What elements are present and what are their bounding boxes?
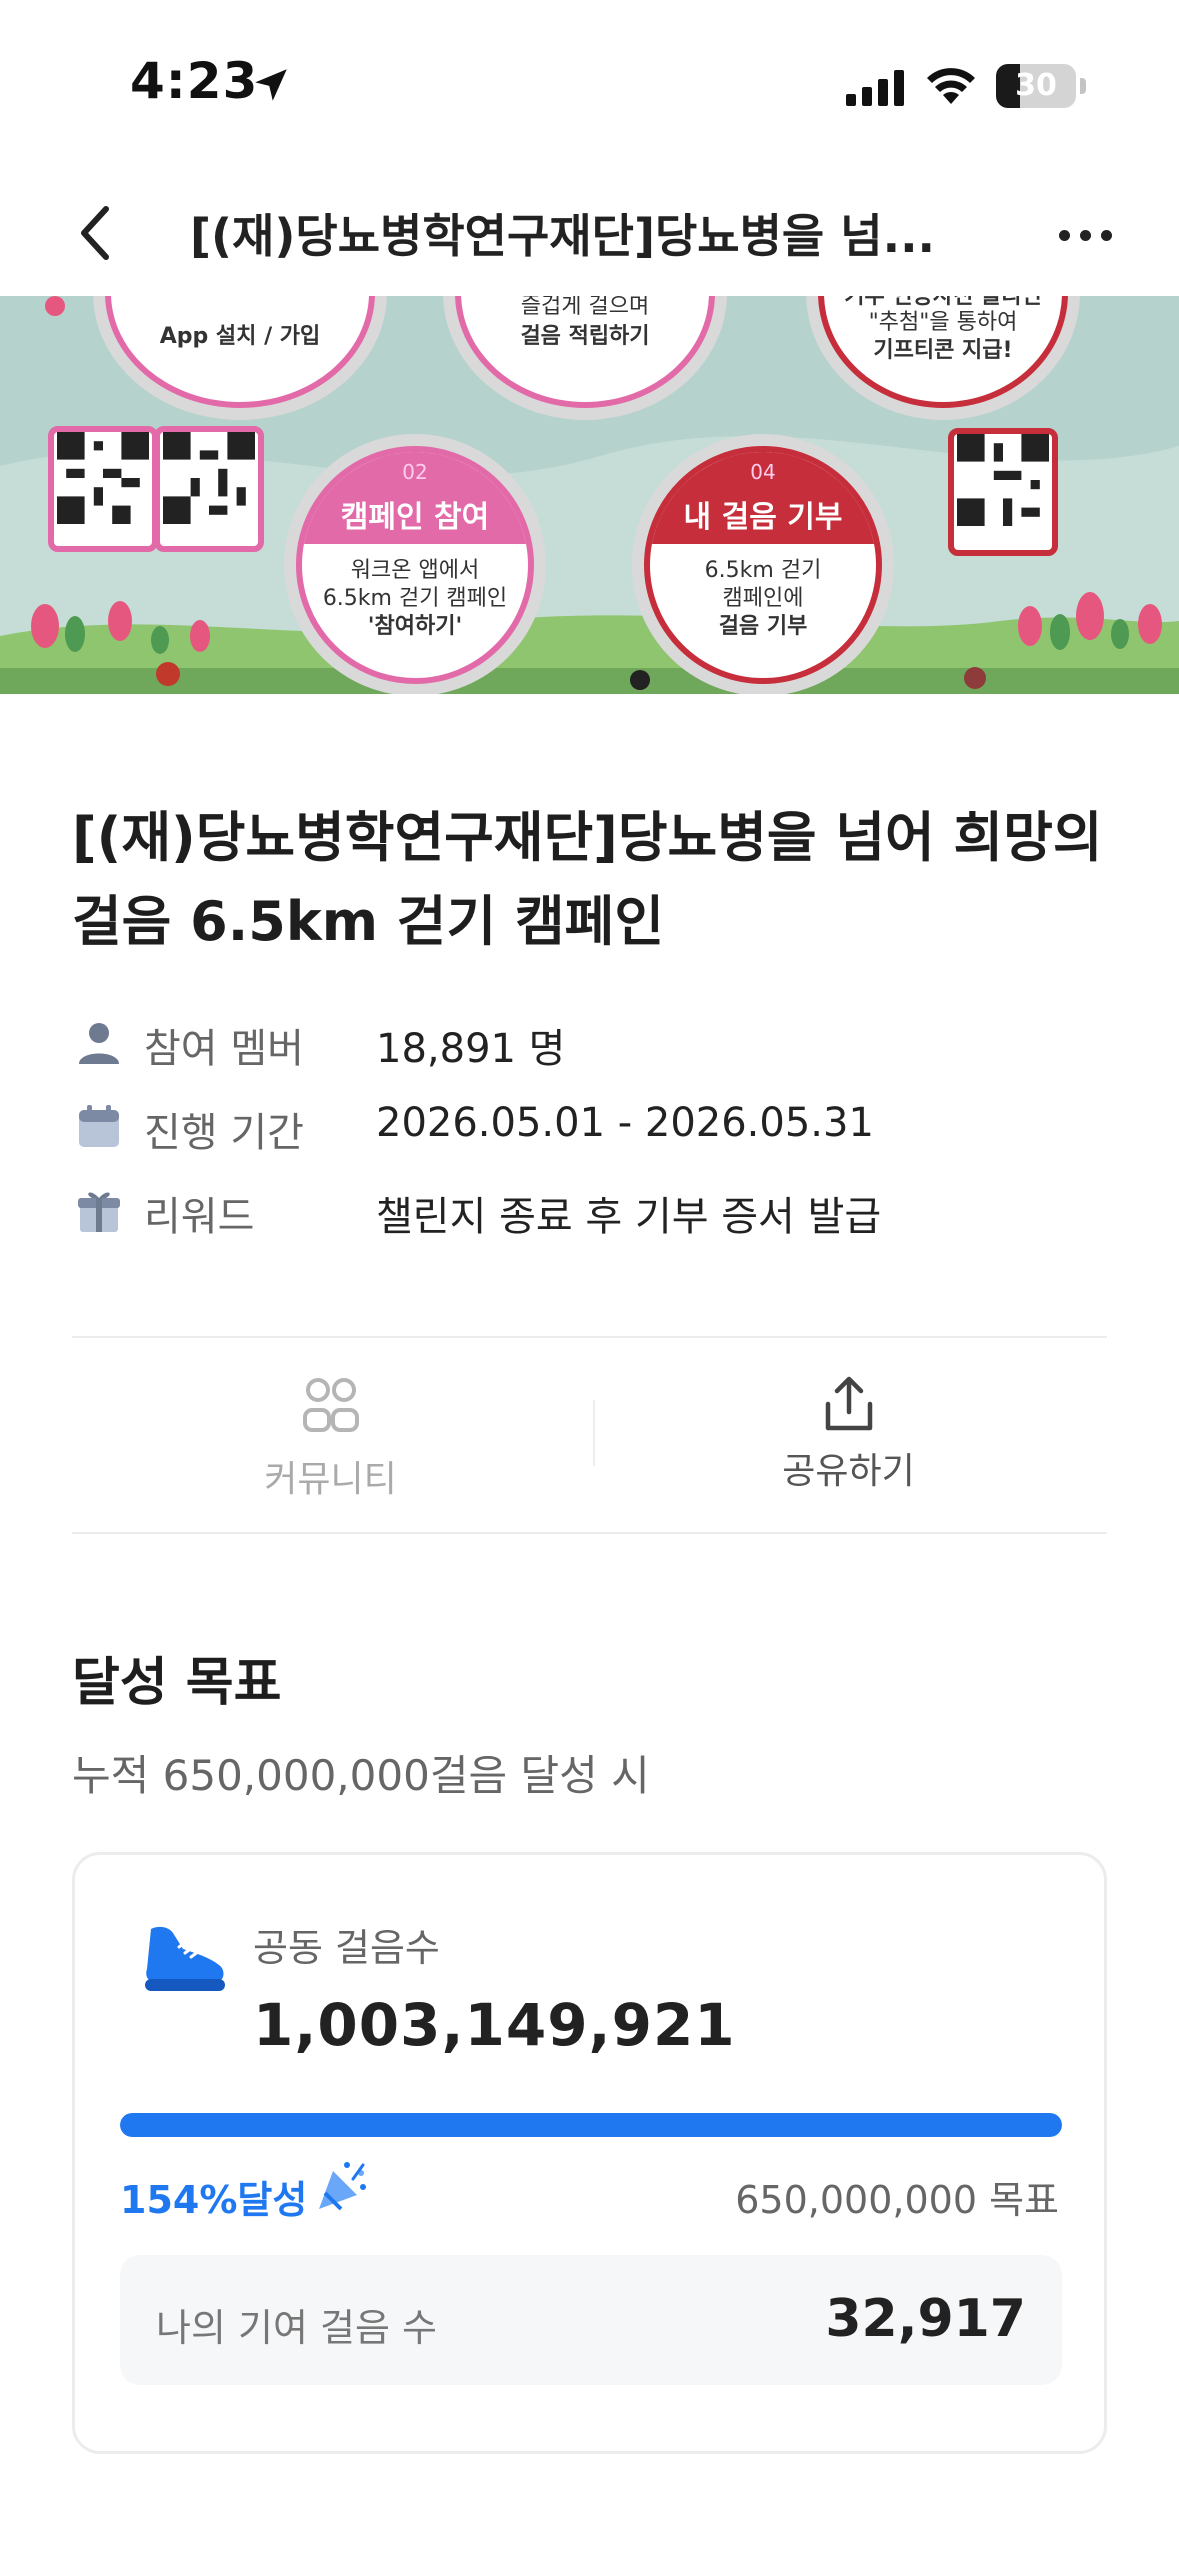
step4-heading: 내 걸음 기부 (683, 500, 843, 535)
campaign-title: [(재)당뇨병학연구재단]당뇨병을 넘어 희망의 걸음 6.5km 걷기 캠페인 (72, 806, 1103, 953)
meta-period-value: 2026.05.01 - 2026.05.31 (376, 1100, 874, 1146)
qr-pattern-icon (163, 432, 255, 524)
share-label: 공유하기 (782, 1451, 915, 1492)
community-label: 커뮤니티 (264, 1459, 397, 1500)
goal-target: 650,000,000 목표 (735, 2178, 1059, 2222)
qr-code-ios: IOS (48, 426, 158, 552)
more-dot (1100, 229, 1112, 241)
step3-text-line2: 걸음 적립하기 (520, 324, 650, 349)
meta-members-row: 참여 멤버 18,891 명 (72, 1008, 1112, 1072)
battery-level: 30 (1015, 68, 1057, 103)
step4-line2: 캠페인에 (722, 586, 804, 611)
progress-bar (120, 2113, 1062, 2137)
share-icon (825, 1376, 872, 1431)
qr-pattern-icon (57, 432, 149, 524)
divider (72, 1532, 1107, 1534)
meta-period-label: 진행 기간 (144, 1110, 304, 1156)
cellular-signal-icon (846, 70, 904, 106)
goal-subtitle: 누적 650,000,000걸음 달성 시 (72, 1751, 650, 1800)
battery-indicator: 30 (996, 64, 1076, 108)
meta-reward-value: 챌린지 종료 후 기부 증서 발급 (376, 1194, 882, 1240)
step3-text-line1: 즐겁게 걸으며 (520, 296, 650, 319)
meta-reward-label: 리워드 (144, 1194, 255, 1240)
gift-icon (78, 1192, 120, 1232)
qr-android-caption: 안드로이드 (174, 530, 244, 548)
step2-line1: 워크온 앱에서 (350, 558, 480, 583)
percent-achieved: 154%달성 (120, 2178, 308, 2222)
battery-tip (1080, 78, 1086, 94)
share-button[interactable]: 공유하기 (590, 1338, 1107, 1534)
qr-code-android: 안드로이드 (154, 426, 264, 552)
step4-circle: 04 내 걸음 기부 6.5km 걷기 캠페인에 걸음 기부 (644, 446, 882, 684)
more-button[interactable] (1050, 205, 1120, 265)
qr-ios-caption: IOS (90, 528, 116, 546)
meta-members-value: 18,891 명 (376, 1026, 566, 1072)
status-time: 4:23 (130, 52, 259, 110)
steps-card: 공동 걸음수 1,003,149,921 154%달성 650,000,000 … (72, 1852, 1107, 2454)
meta-reward-row: 리워드 챌린지 종료 후 기부 증서 발급 (72, 1176, 1112, 1240)
sneaker-icon (145, 1926, 225, 1991)
person-icon (79, 1023, 119, 1064)
step2-line2: 6.5km 걷기 캠페인 (322, 586, 508, 611)
community-button[interactable]: 커뮤니티 (72, 1338, 589, 1534)
qr-pattern-icon (957, 434, 1049, 526)
more-horizontal-icon (1058, 229, 1070, 241)
step5-text-line2: "추첨"을 통하여 (868, 310, 1018, 335)
qr-photo-caption: 사진 업로드 (966, 534, 1040, 552)
qr-code-photo-upload: 사진 업로드 (948, 428, 1058, 556)
step4-line1: 6.5km 걷기 (704, 558, 822, 583)
action-row: 커뮤니티 공유하기 (72, 1338, 1107, 1534)
steps-value: 1,003,149,921 (253, 1991, 736, 2059)
step1-text: App 설치 / 가입 (159, 324, 321, 349)
party-popper-icon (319, 2162, 366, 2211)
nav-bar: [(재)당뇨병학연구재단]당뇨병을 넘... (0, 170, 1179, 296)
chevron-left-icon (81, 206, 109, 260)
progress-fill (120, 2113, 1062, 2137)
back-button[interactable] (60, 195, 130, 271)
goal-heading: 달성 목표 (72, 1653, 282, 1713)
meta-period-row: 진행 기간 2026.05.01 - 2026.05.31 (72, 1092, 1112, 1156)
status-bar: 4:23 30 (0, 0, 1179, 170)
step4-number: 04 (750, 460, 776, 484)
step4-line3: 걸음 기부 (718, 614, 808, 639)
location-arrow-icon (255, 69, 287, 101)
step2-circle: 02 캠페인 참여 워크온 앱에서 6.5km 걷기 캠페인 '참여하기' (296, 446, 534, 684)
more-dot (1079, 229, 1091, 241)
step2-line3: '참여하기' (367, 614, 463, 639)
step2-number: 02 (402, 460, 428, 484)
community-icon (302, 1378, 359, 1432)
nav-title: [(재)당뇨병학연구재단]당뇨병을 넘... (190, 209, 936, 263)
meta-members-label: 참여 멤버 (144, 1026, 304, 1072)
my-contribution-label: 나의 기여 걸음 수 (156, 2306, 437, 2350)
step5-text-line3: 기프티콘 지급! (873, 338, 1013, 363)
steps-label: 공동 걸음수 (253, 1926, 440, 1970)
my-contribution-value: 32,917 (825, 2289, 1026, 2349)
calendar-icon (79, 1105, 119, 1147)
my-contribution-box: 나의 기여 걸음 수 32,917 (120, 2255, 1062, 2385)
campaign-banner[interactable]: App 설치 / 가입 즐겁게 걸으며 걸음 적립하기 기부 인증사진 올리면 … (0, 296, 1179, 694)
step2-heading: 캠페인 참여 (340, 500, 490, 535)
wifi-icon (927, 68, 975, 104)
